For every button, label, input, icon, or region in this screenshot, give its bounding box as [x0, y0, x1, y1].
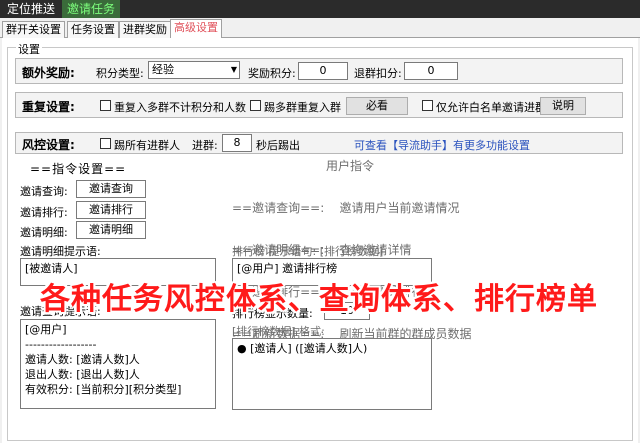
reward-points-label: 奖励积分:	[248, 67, 296, 80]
cmd-query-input[interactable]: 邀请查询	[76, 180, 146, 198]
query-hint-line: [@用户]	[25, 323, 67, 336]
rank-hint-label-text: 排行榜 提示语句:	[232, 245, 317, 258]
cmd-rank-label: 邀请排行:	[20, 206, 68, 219]
repeat-label: 重复设置:	[22, 100, 75, 114]
reward-points-input[interactable]: 0	[298, 62, 348, 80]
kick-multi-group-label: 踢多群重复入群	[264, 101, 341, 114]
cmd-detail-label: 邀请明细:	[20, 226, 68, 239]
diversion-helper-link[interactable]: 可查看【导流助手】有更多功能设置	[354, 137, 530, 153]
detail-hint-label: 邀请明细提示语:	[20, 245, 101, 258]
cmd-rank-input[interactable]: 邀请排行	[76, 201, 146, 219]
tab-location-push[interactable]: 定位推送	[2, 0, 60, 18]
quit-deduct-input[interactable]: 0	[404, 62, 458, 80]
commands-title: ==指令设置==	[30, 162, 127, 176]
kick-multi-group-checkbox[interactable]	[250, 100, 261, 111]
cmd-query-label: 邀请查询:	[20, 185, 68, 198]
group-title: 设置	[16, 41, 42, 57]
tab-join-reward[interactable]: 进群奖励	[119, 21, 171, 38]
repeat-multi-group-checkbox[interactable]	[100, 100, 111, 111]
rank-format-textarea[interactable]: ● [邀请人] ([邀请人数]人)	[232, 338, 432, 410]
points-type-label: 积分类型:	[96, 67, 144, 80]
query-hint-line: 有效积分: [当前积分][积分类型]	[25, 383, 182, 396]
kick-all-checkbox[interactable]	[100, 138, 111, 149]
repeat-multi-group-label: 重复入多群不计积分和人数	[114, 101, 246, 114]
query-hint-line: 邀请人数: [邀请人数]人	[25, 353, 140, 366]
risk-label: 风控设置:	[22, 138, 75, 152]
quit-deduct-label: 退群扣分:	[354, 67, 402, 80]
chevron-down-icon: ▼	[230, 65, 237, 74]
whitelist-only-checkbox[interactable]	[422, 100, 433, 111]
rank-hint-label-data: [排行榜数据]	[319, 245, 384, 258]
query-hint-textarea[interactable]: [@用户] ------------------ 邀请人数: [邀请人数]人 退…	[20, 319, 216, 409]
tab-advanced-settings[interactable]: 高级设置	[170, 19, 222, 39]
join-label: 进群:	[192, 139, 218, 152]
explain-button[interactable]: 说明	[540, 97, 586, 115]
whitelist-only-label: 仅允许白名单邀请进群	[436, 101, 546, 114]
points-type-value: 经验	[152, 63, 174, 76]
query-hint-line: ------------------	[25, 338, 97, 351]
rank-format-label-text: 格式:	[299, 325, 325, 338]
rank-hint-label: 排行榜 提示语句: [排行榜数据]	[232, 243, 383, 259]
tab-group-switch[interactable]: 群开关设置	[2, 21, 65, 38]
extra-reward-label: 额外奖励:	[22, 66, 75, 80]
tab-task-settings[interactable]: 任务设置	[67, 21, 119, 38]
tab-invite-task[interactable]: 邀请任务	[62, 0, 121, 18]
seconds-label: 秒后踢出	[256, 139, 300, 152]
kick-all-label: 踢所有进群人	[114, 139, 180, 152]
rank-format-label: [排行榜数据] 格式:	[232, 323, 325, 339]
rank-format-label-data: [排行榜数据]	[232, 325, 296, 338]
feature-caption-overlay: 各种任务风控体系、查询体系、排行榜单	[40, 282, 598, 317]
query-hint-line: 退出人数: [退出人数]人	[25, 368, 140, 381]
kick-seconds-input[interactable]: 8	[222, 134, 252, 152]
rank-format-text: ● [邀请人] ([邀请人数]人)	[237, 342, 368, 355]
user-commands-title: 用户指令	[326, 159, 375, 173]
must-read-button[interactable]: 必看	[346, 97, 408, 115]
user-command-line: ==邀请查询==: 邀请用户当前邀请情况	[232, 201, 460, 215]
points-type-select[interactable]: 经验 ▼	[148, 61, 240, 79]
cmd-detail-input[interactable]: 邀请明细	[76, 221, 146, 239]
